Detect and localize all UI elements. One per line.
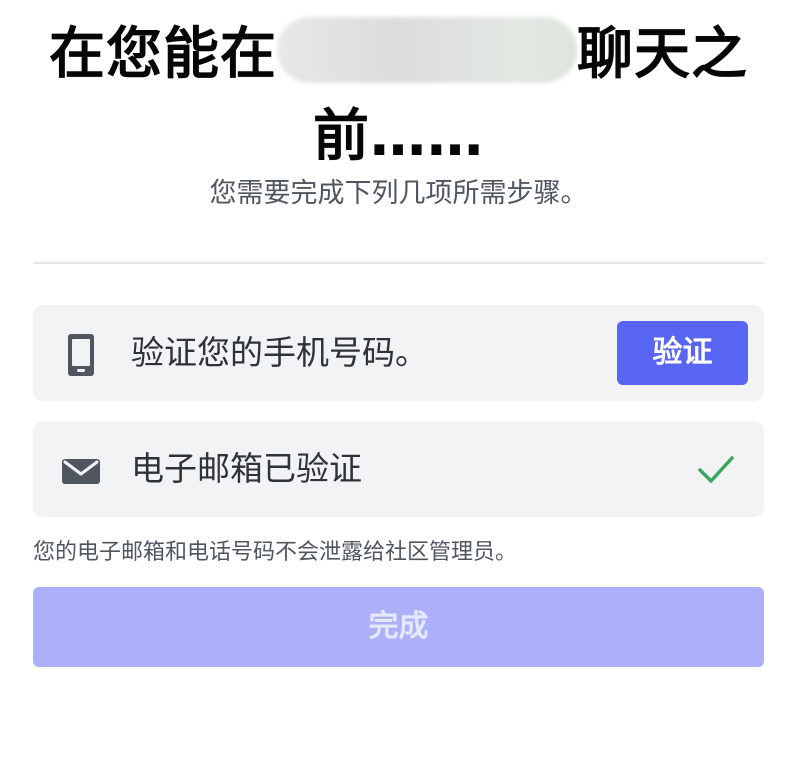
page-title: 在您能在 聊天之前…… xyxy=(20,14,777,178)
verify-phone-button[interactable]: 验证 xyxy=(617,321,748,385)
phone-verification-step: 验证您的手机号码。 验证 xyxy=(33,305,764,401)
title-part-1: 在您能在 xyxy=(49,22,277,87)
email-verification-step: 电子邮箱已验证 xyxy=(33,421,764,517)
verification-screen: 在您能在 聊天之前…… 您需要完成下列几项所需步骤。 验证您的手机号码。 验证 电… xyxy=(0,0,797,763)
divider xyxy=(33,262,764,264)
phone-step-label: 验证您的手机号码。 xyxy=(131,333,428,372)
privacy-note: 您的电子邮箱和电话号码不会泄露给社区管理员。 xyxy=(33,540,518,565)
envelope-icon xyxy=(62,459,100,484)
done-button[interactable]: 完成 xyxy=(33,587,764,667)
page-subtitle: 您需要完成下列几项所需步骤。 xyxy=(209,178,588,209)
redacted-server-name xyxy=(277,17,577,83)
email-step-label: 电子邮箱已验证 xyxy=(131,449,362,488)
mobile-phone-icon xyxy=(68,334,94,376)
checkmark-icon xyxy=(698,456,734,483)
